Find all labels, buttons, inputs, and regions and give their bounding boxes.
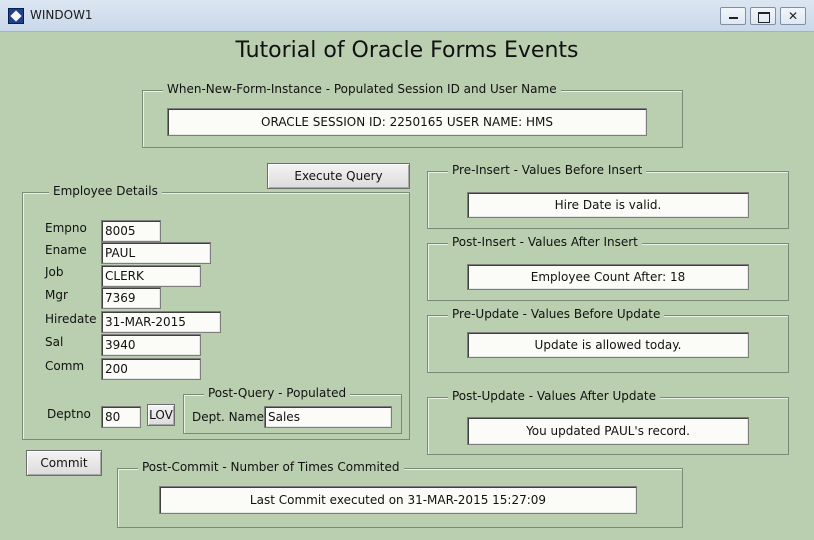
dept-name-field[interactable]: Sales (264, 406, 392, 428)
frame-title: Post-Update - Values After Update (448, 389, 660, 403)
app-icon (8, 8, 24, 24)
session-info-field[interactable]: ORACLE SESSION ID: 2250165 USER NAME: HM… (167, 108, 647, 136)
execute-query-button[interactable]: Execute Query (267, 163, 410, 189)
ename-label: Ename (45, 243, 87, 257)
deptno-field[interactable]: 80 (101, 406, 141, 428)
close-icon[interactable]: ✕ (780, 7, 806, 25)
ename-field[interactable]: PAUL (101, 242, 211, 264)
pre-update-field[interactable]: Update is allowed today. (467, 332, 749, 358)
frame-title: Post-Query - Populated (204, 386, 351, 400)
minimize-icon[interactable] (720, 7, 746, 25)
frame-title: When-New-Form-Instance - Populated Sessi… (163, 82, 561, 96)
empno-label: Empno (45, 221, 87, 235)
frame-title: Pre-Update - Values Before Update (448, 307, 665, 321)
lov-button[interactable]: LOV (147, 404, 175, 426)
title-bar: WINDOW1 ✕ (0, 0, 814, 32)
sal-label: Sal (45, 335, 64, 349)
post-commit-field[interactable]: Last Commit executed on 31-MAR-2015 15:2… (159, 486, 637, 514)
job-field[interactable]: CLERK (101, 265, 201, 287)
pre-insert-field[interactable]: Hire Date is valid. (467, 192, 749, 218)
sal-field[interactable]: 3940 (101, 334, 201, 356)
post-insert-field[interactable]: Employee Count After: 18 (467, 264, 749, 290)
commit-button[interactable]: Commit (26, 450, 102, 476)
comm-label: Comm (45, 359, 85, 373)
dept-name-label: Dept. Name (192, 410, 264, 424)
frame-title: Pre-Insert - Values Before Insert (448, 163, 647, 177)
deptno-label: Deptno (47, 407, 91, 421)
post-update-field[interactable]: You updated PAUL's record. (467, 417, 749, 445)
comm-field[interactable]: 200 (101, 358, 201, 380)
frame-title: Employee Details (49, 184, 162, 198)
mgr-field[interactable]: 7369 (101, 287, 161, 309)
frame-title: Post-Insert - Values After Insert (448, 235, 642, 249)
window-controls: ✕ (720, 7, 806, 25)
frame-title: Post-Commit - Number of Times Commited (138, 460, 404, 474)
hiredate-field[interactable]: 31-MAR-2015 (101, 311, 221, 333)
job-label: Job (45, 265, 64, 279)
empno-field[interactable]: 8005 (101, 220, 161, 242)
page-title: Tutorial of Oracle Forms Events (235, 38, 579, 63)
mgr-label: Mgr (45, 288, 68, 302)
hiredate-label: Hiredate (45, 312, 97, 326)
maximize-icon[interactable] (750, 7, 776, 25)
window-title: WINDOW1 (30, 8, 93, 22)
form-canvas: Tutorial of Oracle Forms Events When-New… (6, 32, 808, 540)
